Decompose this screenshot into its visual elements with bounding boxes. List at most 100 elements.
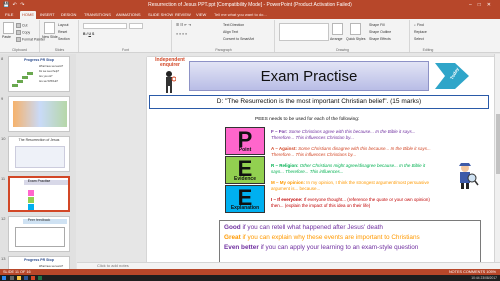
tab-transitions[interactable]: TRANSITIONS xyxy=(82,11,113,19)
thumb-number: 13 xyxy=(1,256,6,261)
today-arrow: Today xyxy=(431,59,471,93)
title-bar: 💾 ↶ ↷ Resurrection of Jesus PPT.ppt [Com… xyxy=(0,0,500,10)
text-direction-button[interactable]: Text Direction xyxy=(223,23,244,27)
bold-icon[interactable]: B I U S xyxy=(83,32,94,36)
thumb-title: Peer feedback xyxy=(27,218,51,222)
section-button[interactable]: Section xyxy=(58,37,70,41)
slide-thumbnail[interactable]: The Resurrection of Jesus xyxy=(8,136,70,172)
word-icon[interactable] xyxy=(24,276,28,280)
convert-smartart-button[interactable]: Convert to SmartArt xyxy=(223,37,254,41)
slide-thumbnail-selected[interactable]: Exam Practise xyxy=(8,176,70,212)
pee-point-against[interactable]: A – Against: Some Christians disagree wi… xyxy=(271,146,439,158)
criteria-even-better: Even better if you can apply your learni… xyxy=(224,244,419,251)
tab-view[interactable]: VIEW xyxy=(194,11,208,19)
minimize-icon[interactable]: – xyxy=(469,2,478,8)
tab-review[interactable]: REVIEW xyxy=(173,11,193,19)
group-label: Paragraph xyxy=(215,48,232,52)
file-explorer-icon[interactable] xyxy=(17,276,21,280)
cut-button[interactable]: Cut xyxy=(16,23,27,28)
slide-title[interactable]: Exam Practise xyxy=(190,68,428,85)
arrange-button[interactable]: Arrange xyxy=(330,37,342,41)
tab-file[interactable]: FILE xyxy=(3,11,15,19)
windows-start-icon[interactable] xyxy=(2,276,6,280)
window-title: Resurrection of Jesus PPT.ppt [Compatibi… xyxy=(148,2,352,8)
close-icon[interactable]: ✕ xyxy=(487,2,497,8)
thumb-number: 10 xyxy=(1,136,6,141)
ribbon-group-font: B I U S Font xyxy=(80,20,172,52)
magnifier-figure-icon xyxy=(166,71,176,93)
slide-editor[interactable]: Independent enquirer Exam Practise Today xyxy=(77,54,500,269)
detective-clipart-icon xyxy=(459,163,479,189)
slide-thumbnail[interactable]: Progress PR Stop What have we learnt? Do… xyxy=(8,56,70,92)
thumb-line: What have we learnt? xyxy=(39,65,64,68)
format-painter-icon xyxy=(16,37,21,42)
tab-design[interactable]: DESIGN xyxy=(59,11,78,19)
taskbar-clock[interactable]: 10:44 23/08/2017 xyxy=(471,275,497,281)
thumb-number: 8 xyxy=(1,56,4,61)
search-icon[interactable] xyxy=(10,276,14,280)
ribbon-group-drawing: Arrange Quick Styles Shape Fill Shape Ou… xyxy=(276,20,410,52)
bullets-icon[interactable]: ☰ ☷ ⇤ ⇥ xyxy=(176,23,191,27)
tab-slide-show[interactable]: SLIDE SHOW xyxy=(146,11,175,19)
ribbon-group-paragraph: ☰ ☷ ⇤ ⇥ ≡ ≡ ≡ ≡ Text Direction Align Tex… xyxy=(173,20,275,52)
shape-fill-button[interactable]: Shape Fill xyxy=(369,23,385,27)
slide-thumbnails-pane[interactable]: 8 Progress PR Stop What have we learnt? … xyxy=(0,54,76,269)
pee-point-opinion[interactable]: M – My opinion: In my opinion, I think t… xyxy=(271,180,439,192)
pee-point-religion[interactable]: R – Religion: Other Christians might agr… xyxy=(271,163,439,175)
group-label: Drawing xyxy=(336,48,349,52)
success-criteria-box[interactable]: Good if you can retell what happened aft… xyxy=(219,220,481,263)
slide-thumbnail[interactable]: Peer feedback xyxy=(8,216,70,252)
copy-button[interactable]: Copy xyxy=(16,30,30,35)
layout-button[interactable]: Layout xyxy=(58,23,69,27)
windows-taskbar: 10:44 23/08/2017 xyxy=(0,275,500,281)
shape-effects-button[interactable]: Shape Effects xyxy=(369,37,391,41)
align-text-button[interactable]: Align Text xyxy=(223,30,238,34)
tab-animations[interactable]: ANIMATIONS xyxy=(114,11,143,19)
pee-point-if-everyone[interactable]: I – If everyone: If everyone thought... … xyxy=(271,197,439,209)
align-icons[interactable]: ≡ ≡ ≡ ≡ xyxy=(176,32,187,36)
maximize-icon[interactable]: □ xyxy=(478,2,487,8)
pee-evidence-box: E Evidence xyxy=(225,156,265,184)
tab-home[interactable]: HOME xyxy=(20,11,36,19)
slide-thumbnail[interactable] xyxy=(8,96,70,132)
thumb-number: 9 xyxy=(1,96,4,101)
reset-button[interactable]: Reset xyxy=(58,30,67,34)
slide-canvas[interactable]: Independent enquirer Exam Practise Today xyxy=(147,57,500,267)
window-controls[interactable]: –□✕ xyxy=(469,0,497,10)
notes-pane[interactable]: Click to add notes xyxy=(77,262,500,269)
slide-title-box[interactable]: Exam Practise xyxy=(189,61,429,91)
thumb-title: Progress PR Stop xyxy=(24,258,54,262)
new-slide-button[interactable]: New Slide xyxy=(42,35,58,39)
vertical-scrollbar[interactable] xyxy=(494,54,500,269)
shape-outline-button[interactable]: Shape Outline xyxy=(369,30,391,34)
find-button[interactable]: ⌕ Find xyxy=(414,23,424,27)
select-button[interactable]: Select xyxy=(414,37,424,41)
font-size-box[interactable] xyxy=(129,23,143,29)
exam-question[interactable]: D: "The Resurrection is the most importa… xyxy=(149,95,489,109)
pee-word: Explanation xyxy=(230,205,260,211)
slide-thumbnail[interactable]: Progress PR Stop What have we learnt? xyxy=(8,256,70,269)
thumb-title: Progress PR Stop xyxy=(24,58,54,62)
pee-point-for[interactable]: F – For: Some Christians agree with this… xyxy=(271,129,439,141)
powerpoint-icon[interactable] xyxy=(31,276,35,280)
quick-styles-button[interactable]: Quick Styles xyxy=(346,37,365,41)
thumb-content xyxy=(15,146,65,168)
replace-button[interactable]: Replace xyxy=(414,30,427,34)
ribbon-home: Paste Cut Copy Format Painter Clipboard … xyxy=(0,19,500,53)
new-slide-icon[interactable] xyxy=(44,22,55,34)
font-name-box[interactable] xyxy=(83,23,127,29)
tab-insert[interactable]: INSERT xyxy=(38,11,57,19)
paste-button[interactable]: Paste xyxy=(2,35,11,39)
quick-styles-icon[interactable] xyxy=(350,23,361,35)
shapes-gallery[interactable] xyxy=(279,23,329,41)
pee-word: Evidence xyxy=(234,176,256,182)
thumb-line: Are we WHOLE? xyxy=(39,80,59,83)
tell-me-search[interactable]: Tell me what you want to do... xyxy=(212,11,269,19)
thumb-line: Do we need help? xyxy=(39,70,60,73)
pee-intro[interactable]: PEES needs to be used for each of the fo… xyxy=(255,117,359,122)
excel-icon[interactable] xyxy=(38,276,42,280)
paste-icon[interactable] xyxy=(3,22,14,34)
thumb-image xyxy=(13,101,67,127)
arrange-icon[interactable] xyxy=(332,23,343,35)
scroll-thumb[interactable] xyxy=(496,114,500,174)
